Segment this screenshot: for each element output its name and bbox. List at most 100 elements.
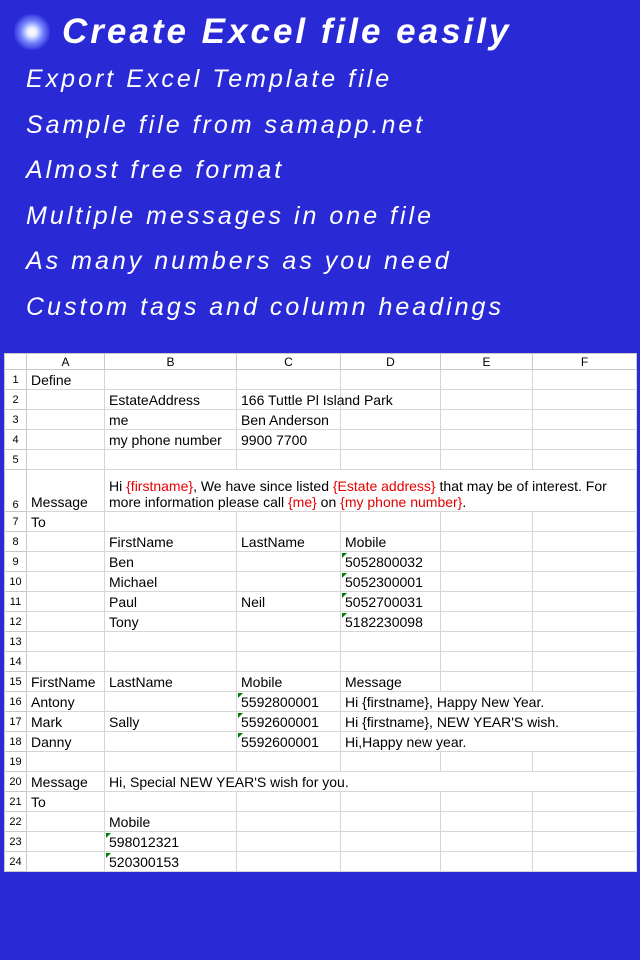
cell[interactable]: Ben Anderson [237, 410, 341, 430]
cell[interactable] [533, 852, 637, 872]
cell[interactable]: 5182230098 [341, 612, 441, 632]
cell[interactable] [533, 632, 637, 652]
cell[interactable] [441, 612, 533, 632]
row-header[interactable]: 15 [5, 672, 27, 692]
cell[interactable] [533, 612, 637, 632]
cell[interactable] [27, 652, 105, 672]
cell[interactable] [533, 552, 637, 572]
cell[interactable] [27, 612, 105, 632]
cell[interactable] [441, 632, 533, 652]
row-header[interactable]: 24 [5, 852, 27, 872]
cell[interactable] [533, 410, 637, 430]
cell[interactable]: 9900 7700 [237, 430, 341, 450]
cell[interactable]: EstateAddress [105, 390, 237, 410]
cell[interactable] [27, 390, 105, 410]
cell[interactable] [27, 752, 105, 772]
row-header[interactable]: 10 [5, 572, 27, 592]
cell[interactable] [27, 410, 105, 430]
cell[interactable]: 5592600001 [237, 712, 341, 732]
cell[interactable] [237, 812, 341, 832]
cell[interactable] [105, 632, 237, 652]
cell[interactable]: 5592800001 [237, 692, 341, 712]
cell[interactable]: To [27, 792, 105, 812]
cell[interactable] [341, 632, 441, 652]
cell[interactable] [533, 832, 637, 852]
col-header[interactable]: A [27, 354, 105, 370]
cell[interactable] [441, 532, 533, 552]
cell[interactable] [237, 832, 341, 852]
cell[interactable]: LastName [237, 532, 341, 552]
cell[interactable] [441, 812, 533, 832]
cell[interactable] [27, 552, 105, 572]
row-header[interactable]: 3 [5, 410, 27, 430]
cell[interactable]: 5052300001 [341, 572, 441, 592]
cell[interactable] [441, 832, 533, 852]
cell[interactable]: 5592600001 [237, 732, 341, 752]
cell[interactable] [237, 512, 341, 532]
cell[interactable]: my phone number [105, 430, 237, 450]
cell[interactable]: Message [27, 470, 105, 512]
row-header[interactable]: 9 [5, 552, 27, 572]
cell[interactable] [27, 832, 105, 852]
cell[interactable] [533, 792, 637, 812]
cell[interactable] [237, 370, 341, 390]
row-header[interactable]: 7 [5, 512, 27, 532]
cell[interactable]: Mark [27, 712, 105, 732]
cell[interactable] [105, 512, 237, 532]
cell[interactable]: Antony [27, 692, 105, 712]
cell[interactable] [441, 430, 533, 450]
row-header[interactable]: 22 [5, 812, 27, 832]
row-header[interactable]: 1 [5, 370, 27, 390]
row-header[interactable]: 20 [5, 772, 27, 792]
cell[interactable] [441, 512, 533, 532]
cell[interactable] [441, 450, 533, 470]
cell[interactable] [237, 792, 341, 812]
col-header[interactable]: F [533, 354, 637, 370]
cell[interactable]: Sally [105, 712, 237, 732]
cell[interactable]: FirstName [27, 672, 105, 692]
row-header[interactable]: 16 [5, 692, 27, 712]
cell[interactable]: 5052800032 [341, 552, 441, 572]
cell[interactable] [237, 752, 341, 772]
cell[interactable]: 598012321 [105, 832, 237, 852]
cell[interactable] [341, 852, 441, 872]
spreadsheet-grid[interactable]: A B C D E F 1 Define 2 EstateAddress166 … [4, 353, 637, 872]
cell[interactable] [105, 450, 237, 470]
cell[interactable] [441, 852, 533, 872]
row-header[interactable]: 23 [5, 832, 27, 852]
cell[interactable]: Message [27, 772, 105, 792]
corner-cell[interactable] [5, 354, 27, 370]
cell[interactable]: Mobile [341, 532, 441, 552]
col-header[interactable]: B [105, 354, 237, 370]
row-header[interactable]: 4 [5, 430, 27, 450]
row-header[interactable]: 6 [5, 470, 27, 512]
cell[interactable] [27, 430, 105, 450]
cell[interactable] [441, 552, 533, 572]
row-header[interactable]: 2 [5, 390, 27, 410]
cell[interactable] [27, 450, 105, 470]
cell[interactable] [237, 612, 341, 632]
cell[interactable] [441, 572, 533, 592]
cell[interactable]: LastName [105, 672, 237, 692]
cell[interactable] [341, 410, 441, 430]
column-header-row[interactable]: A B C D E F [5, 354, 637, 370]
cell[interactable]: 520300153 [105, 852, 237, 872]
cell[interactable] [105, 692, 237, 712]
row-header[interactable]: 19 [5, 752, 27, 772]
cell[interactable]: 5052700031 [341, 592, 441, 612]
cell[interactable] [105, 792, 237, 812]
cell[interactable] [105, 370, 237, 390]
cell[interactable] [533, 430, 637, 450]
cell[interactable] [27, 852, 105, 872]
cell[interactable] [237, 552, 341, 572]
cell[interactable] [341, 832, 441, 852]
row-header[interactable]: 12 [5, 612, 27, 632]
cell[interactable] [533, 592, 637, 612]
cell[interactable] [27, 532, 105, 552]
cell[interactable] [237, 652, 341, 672]
cell[interactable] [533, 450, 637, 470]
cell[interactable] [441, 652, 533, 672]
row-header[interactable]: 13 [5, 632, 27, 652]
cell[interactable] [533, 572, 637, 592]
cell-message-template[interactable]: Hi {firstname}, We have since listed {Es… [105, 470, 637, 512]
